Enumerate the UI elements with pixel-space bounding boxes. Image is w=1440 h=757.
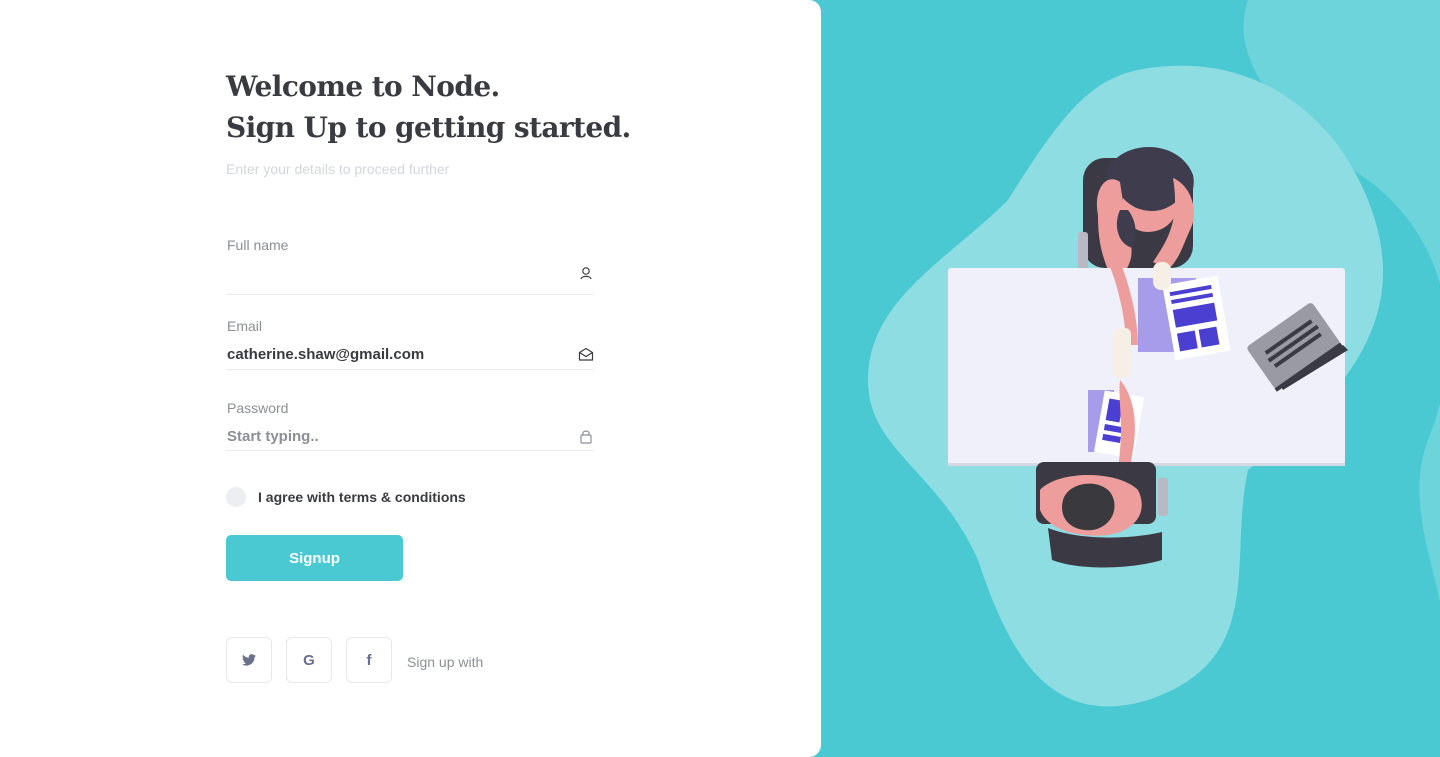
email-label: Email <box>227 318 263 334</box>
facebook-signup-button[interactable]: f <box>346 637 392 683</box>
user-icon <box>580 267 592 280</box>
cuff-top <box>1113 328 1131 378</box>
terms-checkbox[interactable] <box>226 487 246 507</box>
signup-with-label: Sign up with <box>407 654 484 670</box>
password-input[interactable] <box>227 425 557 447</box>
title-line-2: Sign Up to getting started. <box>226 111 631 144</box>
twitter-icon <box>242 654 256 666</box>
title-line-1: Welcome to Node. <box>226 70 500 103</box>
cuff-top-right <box>1153 262 1171 290</box>
page-subtitle: Enter your details to proceed further <box>226 161 450 177</box>
handshake-illustration <box>868 0 1440 757</box>
email-field: Email <box>226 318 594 370</box>
bottom-person-head <box>1062 483 1115 531</box>
page-title: Welcome to Node. Sign Up to getting star… <box>226 66 646 148</box>
full-name-label: Full name <box>227 237 289 253</box>
twitter-signup-button[interactable] <box>226 637 272 683</box>
illustration-panel <box>808 0 1440 757</box>
signup-panel: Welcome to Node. Sign Up to getting star… <box>0 0 821 757</box>
facebook-icon: f <box>366 651 372 669</box>
top-chair-arm-left <box>1078 232 1088 272</box>
google-signup-button[interactable]: G <box>286 637 332 683</box>
envelope-icon <box>578 347 594 361</box>
full-name-input[interactable] <box>227 262 557 284</box>
full-name-field: Full name <box>226 237 594 295</box>
email-input[interactable] <box>227 343 557 365</box>
lock-icon <box>580 430 592 444</box>
password-label: Password <box>227 400 289 416</box>
google-icon: G <box>303 651 315 669</box>
terms-agreement: I agree with terms & conditions <box>226 487 466 507</box>
bottom-chair-arm <box>1158 478 1168 516</box>
password-field: Password <box>226 400 594 451</box>
terms-label[interactable]: I agree with terms & conditions <box>258 489 466 505</box>
bg-wave <box>1308 600 1440 757</box>
signup-button[interactable]: Signup <box>226 535 403 581</box>
